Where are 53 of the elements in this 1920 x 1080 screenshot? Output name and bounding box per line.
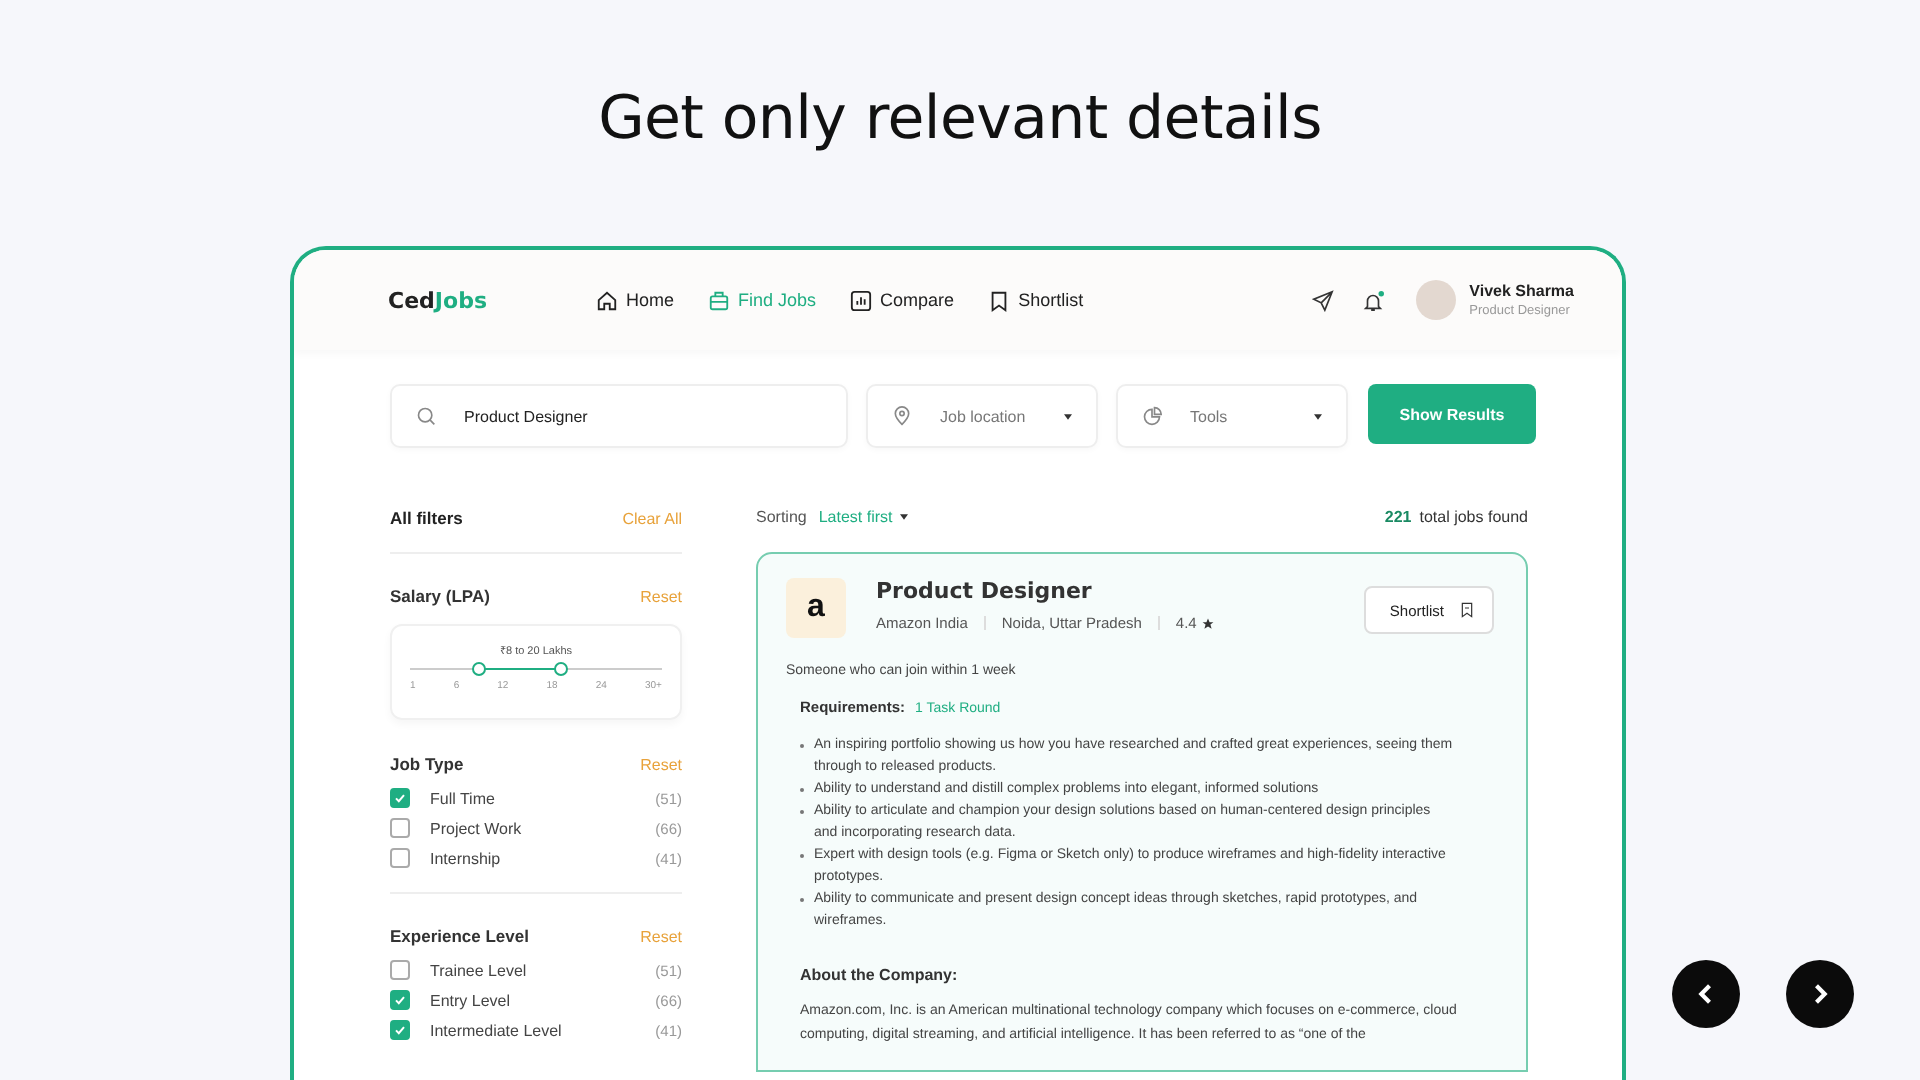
- about-title: About the Company:: [800, 966, 960, 984]
- search-field[interactable]: Product Designer: [390, 384, 848, 448]
- tools-input[interactable]: Tools: [1190, 407, 1314, 425]
- user-name: Vivek Sharma: [1469, 282, 1574, 300]
- nav-link[interactable]: Shortlist: [988, 289, 1084, 311]
- option-label: Project Work: [430, 819, 522, 837]
- option-label: Entry Level: [430, 991, 511, 1009]
- bell-icon[interactable]: [1361, 289, 1384, 311]
- location-dropdown[interactable]: Job location: [866, 384, 1098, 448]
- sorting-label: Sorting: [756, 508, 807, 526]
- previous-button[interactable]: [1672, 960, 1740, 1028]
- logo[interactable]: CedJobs: [388, 287, 596, 313]
- caret-icon: [1314, 413, 1322, 419]
- briefcase-icon: [708, 289, 731, 311]
- option-label: Trainee Level: [430, 961, 527, 979]
- option-label: Intermediate Level: [430, 1021, 562, 1039]
- caret-icon: [900, 514, 909, 520]
- checkbox[interactable]: [390, 1020, 410, 1040]
- filter-group-title: Experience Level: [390, 926, 529, 946]
- headline: Get only relevant details: [598, 84, 1322, 158]
- pin-icon: [892, 406, 912, 426]
- next-button[interactable]: [1786, 960, 1854, 1028]
- caret-icon: [1064, 413, 1072, 419]
- filter-group-title: Job Type: [390, 754, 464, 774]
- filters-title: All filters: [390, 508, 463, 528]
- slider-handle[interactable]: [471, 662, 486, 676]
- checkbox[interactable]: [390, 990, 410, 1010]
- checkbox[interactable]: [390, 818, 410, 838]
- search-icon: [416, 406, 436, 426]
- result-count-label: total jobs found: [1419, 508, 1528, 526]
- check-icon: [392, 790, 408, 806]
- result-count: 221: [1384, 508, 1412, 526]
- send-icon[interactable]: [1311, 289, 1334, 311]
- star-icon: [1202, 617, 1215, 629]
- option-label: Full Time: [430, 789, 495, 807]
- slider-handle[interactable]: [554, 662, 569, 676]
- location-input[interactable]: Job location: [940, 407, 1064, 425]
- job-title: Product Designer: [876, 578, 1094, 604]
- chart-icon: [850, 289, 873, 311]
- nav-link[interactable]: Compare: [850, 289, 955, 311]
- tools-dropdown[interactable]: Tools: [1116, 384, 1348, 448]
- filter-group-title: Salary (LPA): [390, 586, 490, 606]
- bookmark-icon: [988, 289, 1011, 311]
- company-logo: a: [786, 578, 846, 638]
- nav-link[interactable]: Home: [596, 289, 675, 311]
- pie-chart-icon: [1142, 406, 1162, 426]
- home-icon: [596, 289, 618, 311]
- checkbox[interactable]: [390, 960, 410, 980]
- checkbox[interactable]: [390, 848, 410, 868]
- option-label: Internship: [430, 849, 501, 867]
- bookmark-icon: [1460, 602, 1474, 618]
- checkbox[interactable]: [390, 788, 410, 808]
- search-input[interactable]: Product Designer: [464, 407, 822, 425]
